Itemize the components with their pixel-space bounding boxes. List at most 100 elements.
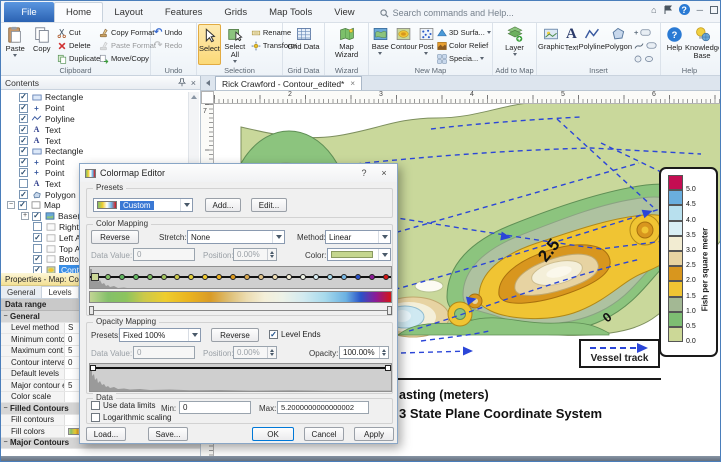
checkbox[interactable] <box>33 244 42 253</box>
tab-scroll-left-icon[interactable] <box>206 80 210 86</box>
checkbox[interactable]: ✓ <box>19 114 28 123</box>
insert-polyline-button[interactable]: Polyline <box>579 24 605 65</box>
paste-button[interactable]: Paste <box>2 24 29 65</box>
checkbox[interactable]: ✓ <box>19 93 28 102</box>
redo-button[interactable]: ↷Redo <box>152 39 195 52</box>
help-icon[interactable]: ? <box>679 4 690 15</box>
opacity-reverse-button[interactable]: Reverse <box>211 328 259 342</box>
color-swatch-combo[interactable] <box>327 248 391 261</box>
dialog-help-icon[interactable]: ? <box>356 168 372 178</box>
insert-shape-buttons-row2[interactable] <box>632 39 659 52</box>
dialog-close-icon[interactable]: × <box>376 168 392 178</box>
checkbox[interactable]: ✓ <box>32 212 41 221</box>
color-node-editor[interactable] <box>89 266 392 289</box>
opacity-data-value-field[interactable]: 0 <box>133 346 195 359</box>
tree-item-text[interactable]: ✓AText <box>7 135 200 146</box>
gradient-node[interactable] <box>91 273 99 281</box>
opacity-presets-combo[interactable]: Fixed 100% <box>119 328 201 342</box>
data-value-field[interactable]: 0 <box>133 248 195 261</box>
tab-home[interactable]: Home <box>54 2 103 22</box>
method-combo[interactable]: Linear <box>325 230 391 244</box>
gradient-node[interactable] <box>286 274 292 280</box>
map-color-legend[interactable]: 5.04.54.03.53.02.52.01.51.00.50.0 Fish p… <box>659 167 718 357</box>
select-all-button[interactable]: Select All <box>221 24 249 65</box>
tab-map-tools[interactable]: Map Tools <box>258 2 323 22</box>
copy-button[interactable]: Copy <box>29 24 56 65</box>
tree-item-polyline[interactable]: ✓Polyline <box>7 114 200 125</box>
checkbox[interactable]: ✓ <box>33 255 42 264</box>
gradient-node[interactable] <box>383 274 389 280</box>
gradient-node[interactable] <box>272 274 278 280</box>
flag-icon[interactable] <box>664 5 672 15</box>
gradient-node[interactable] <box>133 274 139 280</box>
map-wizard-button[interactable]: Map Wizard <box>328 24 366 65</box>
tab-layout[interactable]: Layout <box>103 2 154 22</box>
base-map-button[interactable]: Base <box>370 24 391 65</box>
checkbox[interactable]: ✓ <box>19 147 28 156</box>
color-relief-button[interactable]: Color Relief <box>435 39 491 52</box>
opacity-position-spinner[interactable]: 0.00% <box>233 346 277 359</box>
3d-surface-button[interactable]: 3D Surfa... <box>435 26 491 39</box>
spinner-arrows-icon[interactable] <box>267 347 276 358</box>
scroll-up-icon[interactable] <box>191 95 197 99</box>
special-maps-button[interactable]: Specia... <box>435 52 491 65</box>
copy-format-button[interactable]: Copy Format <box>97 26 149 39</box>
gradient-node[interactable] <box>230 274 236 280</box>
gradient-node[interactable] <box>105 274 111 280</box>
max-field[interactable]: 5.2000000000000002 <box>277 401 369 414</box>
paste-format-button[interactable]: Paste Format <box>97 39 149 52</box>
tab-view[interactable]: View <box>323 2 365 22</box>
edit-button[interactable]: Edit... <box>251 198 287 212</box>
tab-features[interactable]: Features <box>154 2 214 22</box>
post-map-button[interactable]: Post <box>417 24 435 65</box>
checkbox[interactable]: ✓ <box>19 136 28 145</box>
tree-item-rectangle[interactable]: ✓Rectangle <box>7 146 200 157</box>
use-data-limits-checkbox[interactable]: Use data limits <box>91 401 155 410</box>
range-slider[interactable] <box>87 306 394 316</box>
document-tab[interactable]: Rick Crawford - Contour_edited* × <box>215 76 362 90</box>
gradient-node[interactable] <box>119 274 125 280</box>
contour-map-button[interactable]: Contour <box>391 24 418 65</box>
checkbox[interactable]: ✓ <box>18 201 27 210</box>
gradient-node[interactable] <box>300 274 306 280</box>
tree-item-point[interactable]: ✓+Point <box>7 103 200 114</box>
tree-item-rectangle[interactable]: ✓Rectangle <box>7 92 200 103</box>
gradient-node[interactable] <box>147 274 153 280</box>
spinner-arrows-icon[interactable] <box>379 347 388 358</box>
cancel-button[interactable]: Cancel <box>304 427 344 441</box>
checkbox[interactable] <box>19 179 28 188</box>
minimize-icon[interactable]: ─ <box>697 5 703 15</box>
opacity-node-editor[interactable] <box>89 363 392 392</box>
ok-button[interactable]: OK <box>252 427 294 441</box>
checkbox[interactable]: ✓ <box>19 190 28 199</box>
checkbox[interactable] <box>33 222 42 231</box>
level-ends-checkbox[interactable]: ✓Level Ends <box>269 330 321 339</box>
tab-general[interactable]: General <box>1 286 41 298</box>
tab-grids[interactable]: Grids <box>213 2 258 22</box>
checkbox[interactable]: ✓ <box>19 104 28 113</box>
logarithmic-scaling-checkbox[interactable]: Logarithmic scaling <box>91 413 171 422</box>
checkbox[interactable]: ✓ <box>19 168 28 177</box>
cut-button[interactable]: Cut <box>55 26 97 39</box>
slider-handle-left[interactable] <box>89 306 94 315</box>
close-icon[interactable]: × <box>191 78 196 88</box>
help-button[interactable]: ? Help <box>662 24 687 65</box>
checkbox[interactable]: ✓ <box>33 233 42 242</box>
pin-icon[interactable] <box>178 78 186 87</box>
tab-levels[interactable]: Levels <box>41 286 78 298</box>
restore-icon[interactable] <box>710 6 718 14</box>
gradient-node[interactable] <box>369 274 375 280</box>
undo-button[interactable]: ↶Undo <box>152 26 195 39</box>
collapse-icon[interactable]: − <box>7 201 15 209</box>
stretch-combo[interactable]: None <box>187 230 285 244</box>
checkbox[interactable]: ✓ <box>19 125 28 134</box>
checkbox[interactable]: ✓ <box>19 158 28 167</box>
position-spinner[interactable]: 0.00% <box>233 248 277 261</box>
gradient-node[interactable] <box>161 274 167 280</box>
insert-polygon-button[interactable]: Polygon <box>605 24 632 65</box>
select-button[interactable]: Select <box>198 24 221 65</box>
ribbon-options-icon[interactable]: ⌂ <box>651 5 656 15</box>
min-field[interactable]: 0 <box>179 401 251 414</box>
slider-handle-right[interactable] <box>387 306 392 315</box>
colormap-editor-dialog[interactable]: Colormap Editor ? × Presets Custom Add..… <box>79 163 398 444</box>
